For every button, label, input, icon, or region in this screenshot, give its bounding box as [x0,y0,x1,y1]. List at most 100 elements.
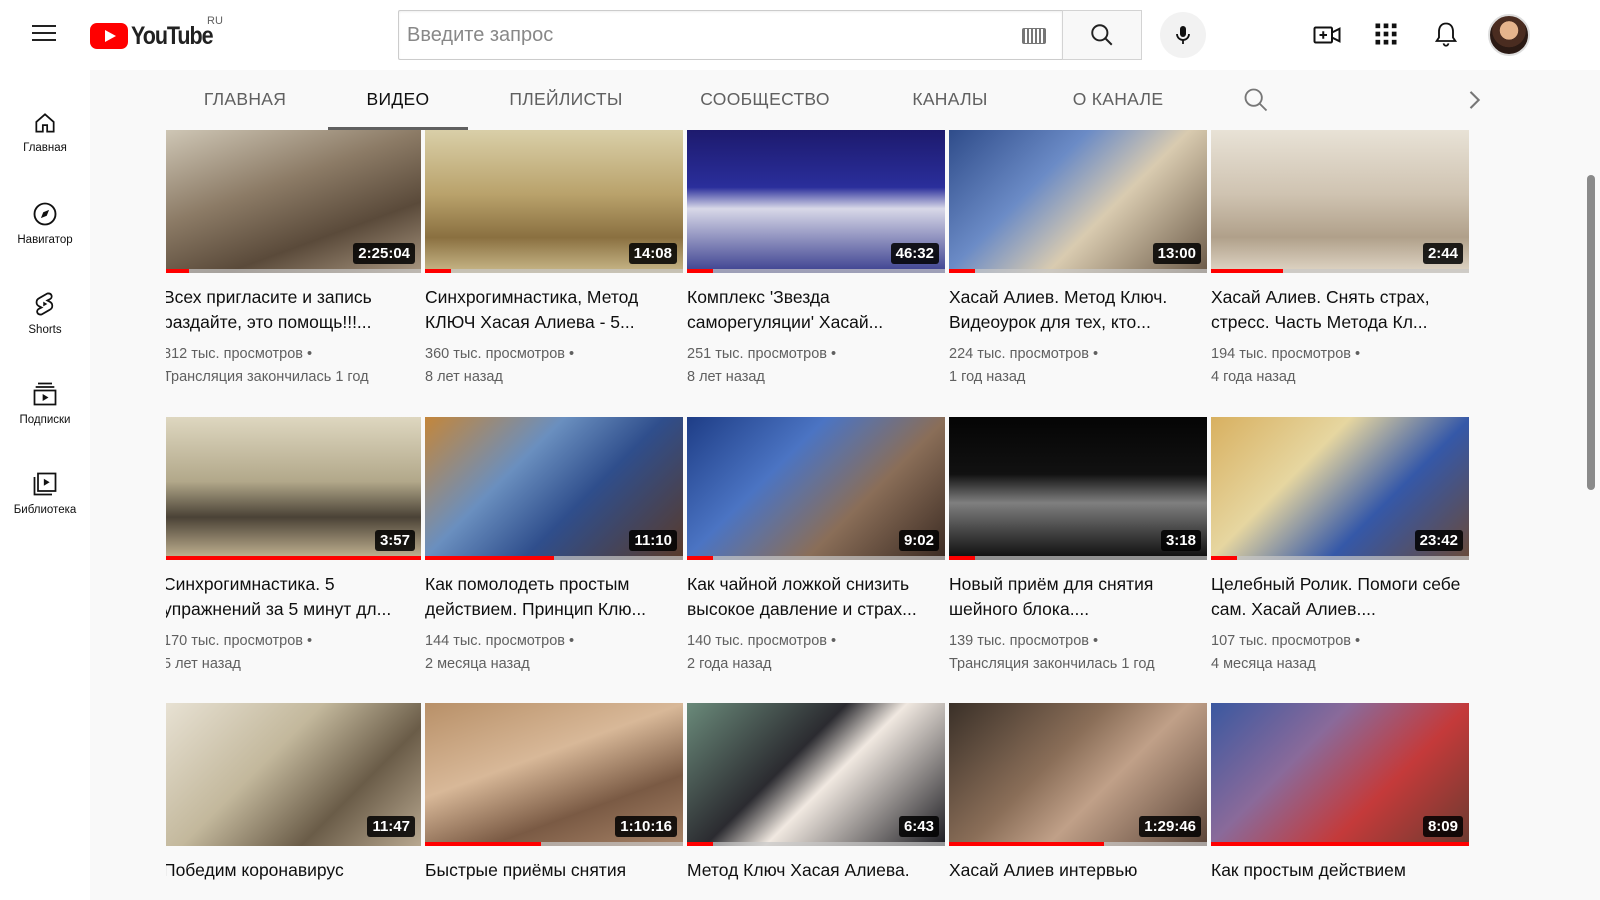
video-thumbnail[interactable]: 14:08 [425,130,683,273]
video-thumbnail[interactable]: 3:57 [166,417,421,560]
video-age: 2 месяца назад [425,656,530,672]
youtube-logo[interactable]: YouTube [90,22,226,50]
watch-progress-fill [687,269,713,273]
tab-community[interactable]: СООБЩЕСТВО [690,70,840,130]
keyboard-icon[interactable] [1022,28,1046,44]
video-thumbnail[interactable]: 2:44 [1211,130,1469,273]
video-age: 8 лет назад [687,369,765,385]
video-title[interactable]: Метод Ключ Хасая Алиева. [687,858,945,883]
video-thumbnail[interactable]: 46:32 [687,130,945,273]
scrollbar-thumb[interactable] [1587,175,1595,490]
sidebar-item-home[interactable]: Главная [0,90,90,166]
video-duration: 23:42 [1414,530,1463,551]
watch-progress-bar [949,556,1207,560]
search-button[interactable] [1062,10,1142,60]
video-thumbnail[interactable]: 1:10:16 [425,703,683,846]
video-title[interactable]: Хасай Алиев. Метод Ключ. Видеоурок для т… [949,285,1207,335]
video-views: 251 тыс. просмотров • [687,346,837,362]
search-box [398,10,1062,60]
tab-videos[interactable]: ВИДЕО [328,70,468,130]
compass-icon [33,202,57,226]
watch-progress-fill [166,269,189,273]
video-card[interactable]: 9:02 Как чайной ложкой снизить высокое да… [687,417,945,676]
video-age: 8 лет назад [425,369,503,385]
video-title[interactable]: Победим коронавирус [166,858,421,883]
video-thumbnail[interactable]: 11:47 [166,703,421,846]
menu-icon[interactable] [28,20,62,50]
video-title[interactable]: Новый приём для снятия шейного блока.... [949,572,1207,622]
video-meta: 194 тыс. просмотров • 4 года назад [1211,343,1469,389]
chevron-right-icon[interactable] [1460,86,1488,114]
channel-search-icon[interactable] [1242,86,1270,114]
apps-button[interactable] [1372,20,1402,50]
video-age: 4 месяца назад [1211,656,1316,672]
watch-progress-fill [425,269,451,273]
sidebar-item-explore[interactable]: Навигатор [0,180,90,256]
video-card[interactable]: 23:42 Целебный Ролик. Помоги себе сам. Ха… [1211,417,1469,676]
video-title[interactable]: Как простым действием [1211,858,1469,883]
tab-home[interactable]: ГЛАВНАЯ [190,70,300,130]
sidebar-item-subscriptions[interactable]: Подписки [0,360,90,436]
video-meta: 170 тыс. просмотров • 5 лет назад [166,630,421,676]
video-card[interactable]: 11:10 Как помолодеть простым действием. П… [425,417,683,676]
video-thumbnail[interactable]: 13:00 [949,130,1207,273]
watch-progress-fill [687,556,713,560]
sidebar-item-library[interactable]: Библиотека [0,450,90,526]
video-card[interactable]: 8:09 Как простым действием [1211,703,1469,883]
search-input[interactable] [407,11,1007,59]
video-meta: 139 тыс. просмотров • Трансляция закончил… [949,630,1207,676]
video-title[interactable]: Быстрые приёмы снятия [425,858,683,883]
video-title[interactable]: Комплекс 'Звезда саморегуляции' Хасай... [687,285,945,335]
video-thumbnail[interactable]: 1:29:46 [949,703,1207,846]
video-card[interactable]: 14:08 Синхрогимнастика, Метод КЛЮЧ Хасая … [425,130,683,389]
voice-search-button[interactable] [1160,12,1206,58]
video-thumbnail[interactable]: 6:43 [687,703,945,846]
notifications-button[interactable] [1432,20,1462,50]
video-card[interactable]: 13:00 Хасай Алиев. Метод Ключ. Видеоурок … [949,130,1207,389]
video-card[interactable]: 2:44 Хасай Алиев. Снять страх, стресс. Ча… [1211,130,1469,389]
video-thumbnail[interactable]: 9:02 [687,417,945,560]
watch-progress-fill [949,269,975,273]
tab-channels[interactable]: КАНАЛЫ [900,70,1000,130]
region-label: RU [207,15,223,27]
scrollbar[interactable] [1582,70,1600,900]
video-card[interactable]: 3:57 Синхрогимнастика. 5 упражнений за 5 … [166,417,421,676]
search-icon [1091,24,1113,46]
video-views: 144 тыс. просмотров • [425,633,575,649]
video-card[interactable]: 11:47 Победим коронавирус [166,703,421,883]
watch-progress-bar [425,556,683,560]
create-video-button[interactable] [1312,20,1342,50]
video-title[interactable]: Как чайной ложкой снизить высокое давлен… [687,572,945,622]
video-title[interactable]: Как помолодеть простым действием. Принци… [425,572,683,622]
video-card[interactable]: 1:29:46 Хасай Алиев интервью [949,703,1207,883]
video-thumbnail[interactable]: 3:18 [949,417,1207,560]
sidebar-item-label: Shorts [28,324,62,336]
video-card[interactable]: 2:25:04 Всех пригласите и запись раздайте… [166,130,421,389]
watch-progress-bar [166,556,421,560]
video-title[interactable]: Всех пригласите и запись раздайте, это п… [166,285,421,335]
tab-playlists[interactable]: ПЛЕЙЛИСТЫ [498,70,634,130]
video-thumbnail[interactable]: 8:09 [1211,703,1469,846]
video-title[interactable]: Целебный Ролик. Помоги себе сам. Хасай А… [1211,572,1469,622]
sidebar-item-label: Библиотека [13,504,77,516]
video-card[interactable]: 1:10:16 Быстрые приёмы снятия [425,703,683,883]
video-card[interactable]: 3:18 Новый приём для снятия шейного блока… [949,417,1207,676]
video-thumbnail[interactable]: 11:10 [425,417,683,560]
video-duration: 2:44 [1422,243,1463,264]
video-card[interactable]: 46:32 Комплекс 'Звезда саморегуляции' Хас… [687,130,945,389]
watch-progress-bar [425,269,683,273]
video-title[interactable]: Синхрогимнастика. 5 упражнений за 5 мину… [166,572,421,622]
watch-progress-bar [687,269,945,273]
video-thumbnail[interactable]: 2:25:04 [166,130,421,273]
video-title[interactable]: Хасай Алиев. Снять страх, стресс. Часть … [1211,285,1469,335]
sidebar-item-shorts[interactable]: Shorts [0,270,90,346]
account-avatar[interactable] [1488,14,1530,56]
video-title[interactable]: Хасай Алиев интервью [949,858,1207,883]
video-meta: 144 тыс. просмотров • 2 месяца назад [425,630,683,676]
video-thumbnail[interactable]: 23:42 [1211,417,1469,560]
watch-progress-fill [1211,842,1469,846]
watch-progress-bar [1211,556,1469,560]
video-card[interactable]: 6:43 Метод Ключ Хасая Алиева. [687,703,945,883]
tab-about[interactable]: О КАНАЛЕ [1058,70,1178,130]
video-title[interactable]: Синхрогимнастика, Метод КЛЮЧ Хасая Алиев… [425,285,683,335]
